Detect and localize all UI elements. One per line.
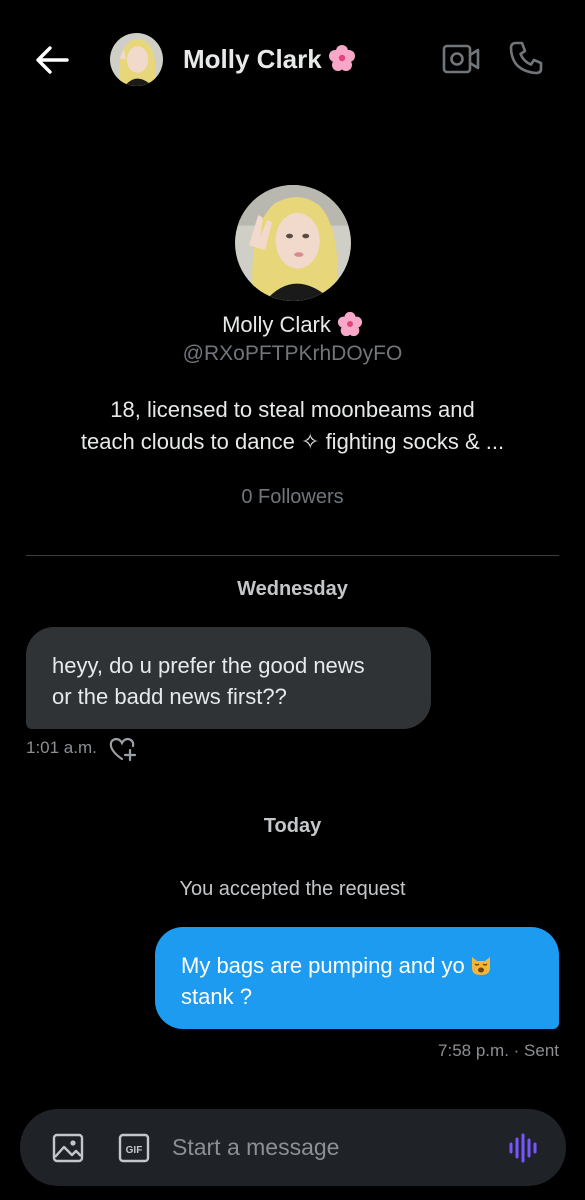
header-name-text: Molly Clark [183,44,322,74]
weary-cat-emoji-icon [471,957,490,975]
profile-name[interactable]: Molly Clark [0,311,585,338]
profile-summary: Molly Clark @RXoPFTPKrhDOyFO 18, license… [0,185,585,509]
outgoing-message-line-2: stank ? [181,984,252,1009]
bio-line-2: teach clouds to dance ✧ fighting socks &… [80,429,505,454]
cherry-blossom-icon [337,311,362,337]
video-call-icon[interactable] [442,42,480,76]
incoming-message-line-1: heyy, do u prefer the good news [52,653,365,678]
incoming-message[interactable]: heyy, do u prefer the good news or the b… [26,627,431,729]
back-arrow-icon[interactable] [34,44,70,76]
outgoing-message-line-1: My bags are pumping and yo [181,953,465,978]
profile-avatar[interactable] [234,185,351,301]
bio-line-1: 18, licensed to steal moonbeams and [110,397,475,422]
header-contact-name[interactable]: Molly Clark [183,44,356,75]
request-accepted-notice: You accepted the request [179,878,406,900]
divider [26,555,559,556]
outgoing-message-line-1-wrap: My bags are pumping and yo [181,950,533,981]
header-avatar[interactable] [110,33,163,86]
followers-count[interactable]: 0 Followers [0,486,585,509]
voice-message-icon[interactable] [507,1131,541,1165]
cherry-blossom-icon [328,45,355,71]
gif-attach-icon[interactable]: GIF [118,1133,150,1163]
incoming-message-time: 1:01 a.m. [26,738,97,757]
profile-name-text: Molly Clark [222,312,331,337]
message-composer: GIF [20,1109,566,1186]
image-attach-icon[interactable] [52,1132,84,1164]
phone-icon[interactable] [508,40,544,76]
gif-label: GIF [126,1145,143,1156]
profile-handle[interactable]: @RXoPFTPKrhDOyFO [0,342,585,366]
conversation-header: Molly Clark [0,0,585,120]
outgoing-message[interactable]: My bags are pumping and yo stank ? [155,927,559,1029]
add-reaction-heart-icon[interactable] [108,736,138,762]
message-input[interactable] [172,1127,472,1167]
profile-bio: 18, licensed to steal moonbeams and teac… [33,394,553,458]
day-separator-today: Today [263,815,322,837]
day-separator-wednesday: Wednesday [237,578,348,600]
outgoing-message-status: 7:58 p.m. · Sent [438,1041,559,1060]
incoming-message-line-2: or the badd news first?? [52,684,287,709]
